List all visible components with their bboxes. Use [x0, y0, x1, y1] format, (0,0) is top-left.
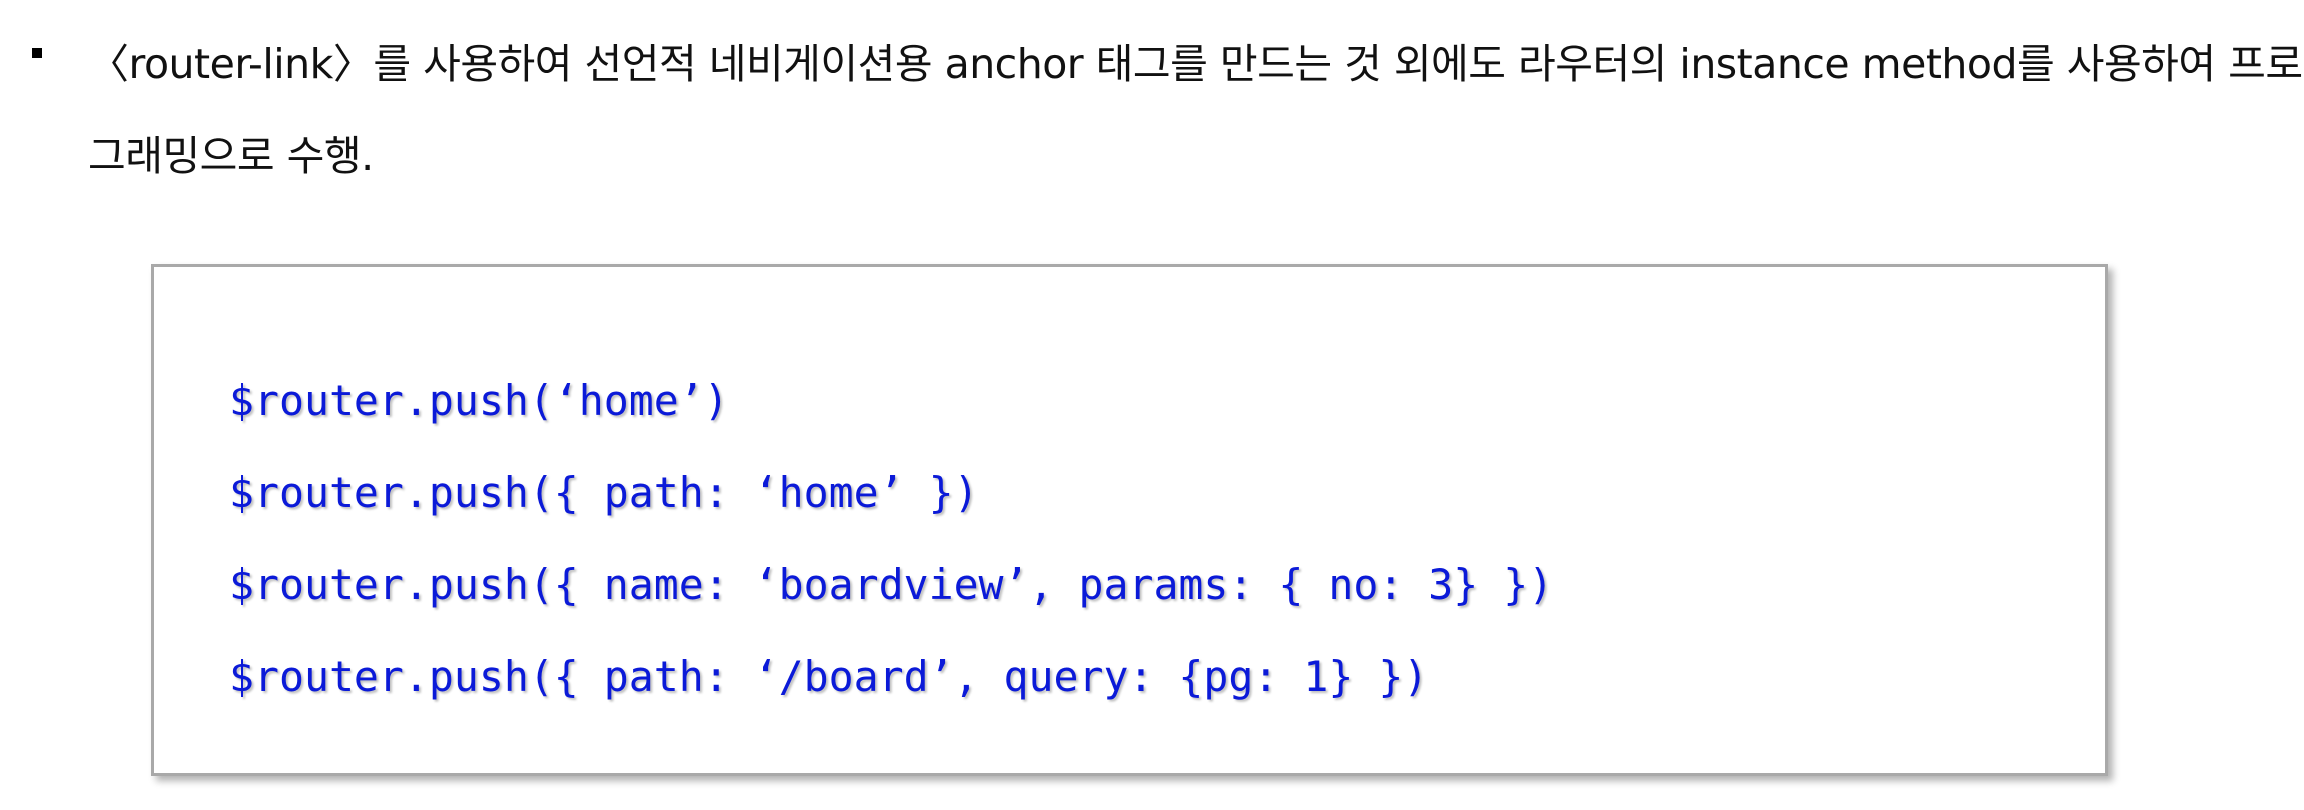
- square-bullet-icon: [32, 48, 42, 58]
- code-example-box: $router.push(‘home’) $router.push({ path…: [151, 264, 2108, 776]
- paragraph-text: 〈router-link〉를 사용하여 선언적 네비게이션용 anchor 태그…: [88, 40, 2303, 180]
- code-line: $router.push({ path: ‘/board’, query: {p…: [229, 652, 1429, 701]
- code-line: $router.push(‘home’): [229, 376, 729, 425]
- code-lines: $router.push(‘home’) $router.push({ path…: [229, 355, 1553, 723]
- code-line: $router.push({ name: ‘boardview’, params…: [229, 560, 1554, 609]
- code-line: $router.push({ path: ‘home’ }): [229, 468, 979, 517]
